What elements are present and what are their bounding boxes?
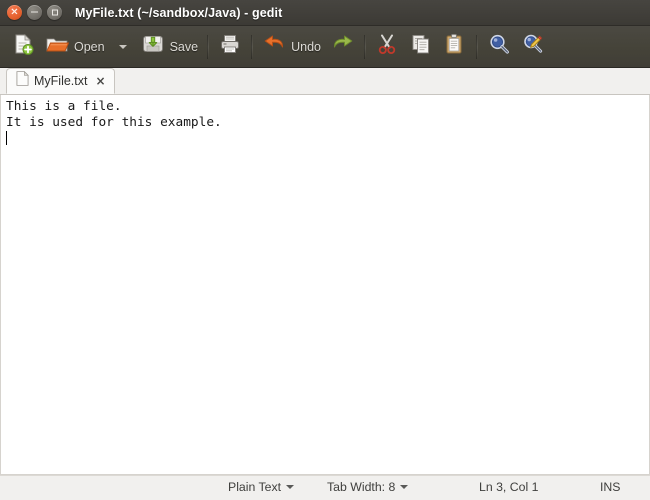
window-title: MyFile.txt (~/sandbox/Java) - gedit — [75, 5, 283, 20]
chevron-down-icon — [286, 485, 295, 489]
tab-myfile-txt[interactable]: MyFile.txt × — [6, 68, 115, 94]
toolbar-separator — [207, 34, 210, 59]
paste-button[interactable] — [438, 30, 472, 64]
copy-button[interactable] — [404, 30, 438, 64]
language-label: Plain Text — [228, 480, 282, 494]
find-magnifier-icon — [487, 32, 511, 61]
window-controls: × — [7, 5, 62, 20]
document-icon — [16, 70, 29, 91]
find-button[interactable] — [482, 30, 516, 64]
replace-magnifier-pencil-icon — [521, 32, 545, 61]
redo-arrow-icon — [331, 32, 355, 61]
tab-label: MyFile.txt — [34, 74, 88, 88]
minimize-icon — [31, 11, 38, 13]
text-cursor — [6, 131, 7, 145]
undo-button[interactable]: Undo — [257, 30, 326, 64]
cut-scissors-icon — [375, 32, 399, 61]
undo-arrow-icon — [262, 32, 286, 61]
toolbar-separator — [251, 34, 254, 59]
language-selector[interactable]: Plain Text — [228, 480, 295, 494]
open-button-label: Open — [74, 39, 105, 54]
print-button[interactable] — [213, 30, 247, 64]
paste-clipboard-icon — [443, 32, 467, 61]
tab-width-selector[interactable]: Tab Width: 8 — [327, 480, 409, 494]
new-document-button[interactable] — [6, 30, 40, 64]
save-button-label: Save — [169, 39, 199, 54]
save-button[interactable]: Save — [136, 30, 204, 64]
title-bar: × MyFile.txt (~/sandbox/Java) - gedit — [0, 0, 650, 26]
status-bar: Plain Text Tab Width: 8 Ln 3, Col 1 INS — [0, 475, 650, 500]
toolbar: Open Save Undo — [0, 26, 650, 68]
undo-button-label: Undo — [291, 39, 321, 54]
insert-mode-indicator: INS — [600, 480, 621, 494]
redo-button[interactable] — [326, 30, 360, 64]
maximize-button[interactable] — [47, 5, 62, 20]
editor-line-2: It is used for this example. — [6, 115, 222, 130]
close-icon: × — [10, 6, 19, 17]
new-document-icon — [11, 32, 35, 61]
chevron-down-icon — [400, 485, 409, 489]
cut-button[interactable] — [370, 30, 404, 64]
minimize-button[interactable] — [27, 5, 42, 20]
replace-button[interactable] — [516, 30, 550, 64]
open-button[interactable]: Open — [40, 30, 110, 64]
cursor-position: Ln 3, Col 1 — [479, 480, 539, 494]
tab-close-icon[interactable]: × — [95, 75, 105, 87]
editor-area[interactable]: This is a file. It is used for this exam… — [0, 95, 650, 475]
close-button[interactable]: × — [7, 5, 22, 20]
maximize-icon — [51, 9, 58, 15]
tab-bar: MyFile.txt × — [0, 68, 650, 95]
toolbar-separator — [363, 34, 366, 59]
tab-width-label: Tab Width: 8 — [327, 480, 396, 494]
open-folder-icon — [45, 32, 70, 61]
toolbar-separator — [475, 34, 478, 59]
chevron-down-icon — [118, 44, 127, 49]
open-dropdown-button[interactable] — [110, 30, 136, 64]
text-content[interactable]: This is a file. It is used for this exam… — [1, 95, 649, 148]
copy-icon — [409, 32, 433, 61]
save-disk-icon — [141, 32, 165, 61]
gedit-window: × MyFile.txt (~/sandbox/Java) - gedit Op… — [0, 0, 650, 500]
editor-line-1: This is a file. — [6, 99, 122, 114]
print-icon — [218, 32, 242, 61]
